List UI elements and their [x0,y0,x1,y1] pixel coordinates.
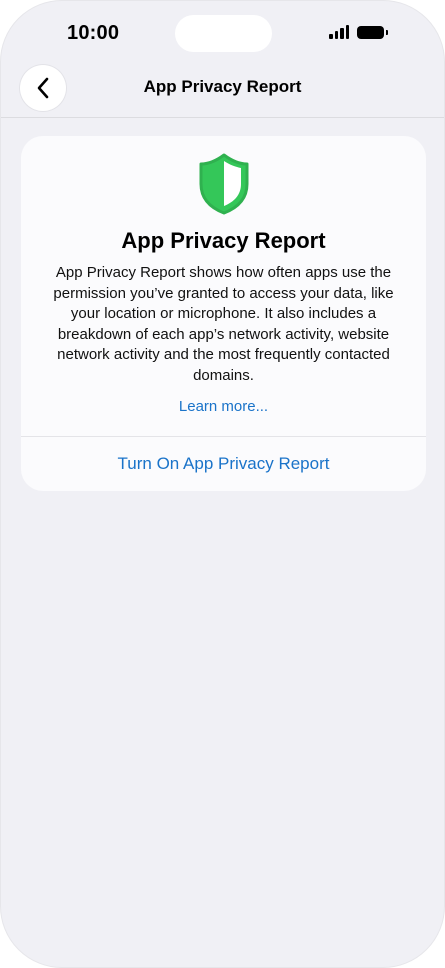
dynamic-island [175,15,272,52]
card-description: App Privacy Report shows how often apps … [53,264,394,384]
status-icons [329,25,388,39]
learn-more-link[interactable]: Learn more... [21,398,426,415]
divider [21,436,426,437]
battery-icon [357,25,388,39]
page-title: App Privacy Report [143,77,302,96]
shield-icon [199,153,248,215]
phone-screen: 10:00 App Privacy Report App Privacy Rep… [0,0,445,968]
turn-on-app-privacy-report-button[interactable]: Turn On App Privacy Report [21,454,426,474]
navigation-bar: App Privacy Report [1,61,444,118]
card-title: App Privacy Report [121,228,326,253]
privacy-report-card: App Privacy Report App Privacy Report sh… [21,136,426,491]
status-bar: 10:00 [1,1,444,65]
status-time: 10:00 [67,22,120,44]
cellular-signal-icon [329,25,349,39]
